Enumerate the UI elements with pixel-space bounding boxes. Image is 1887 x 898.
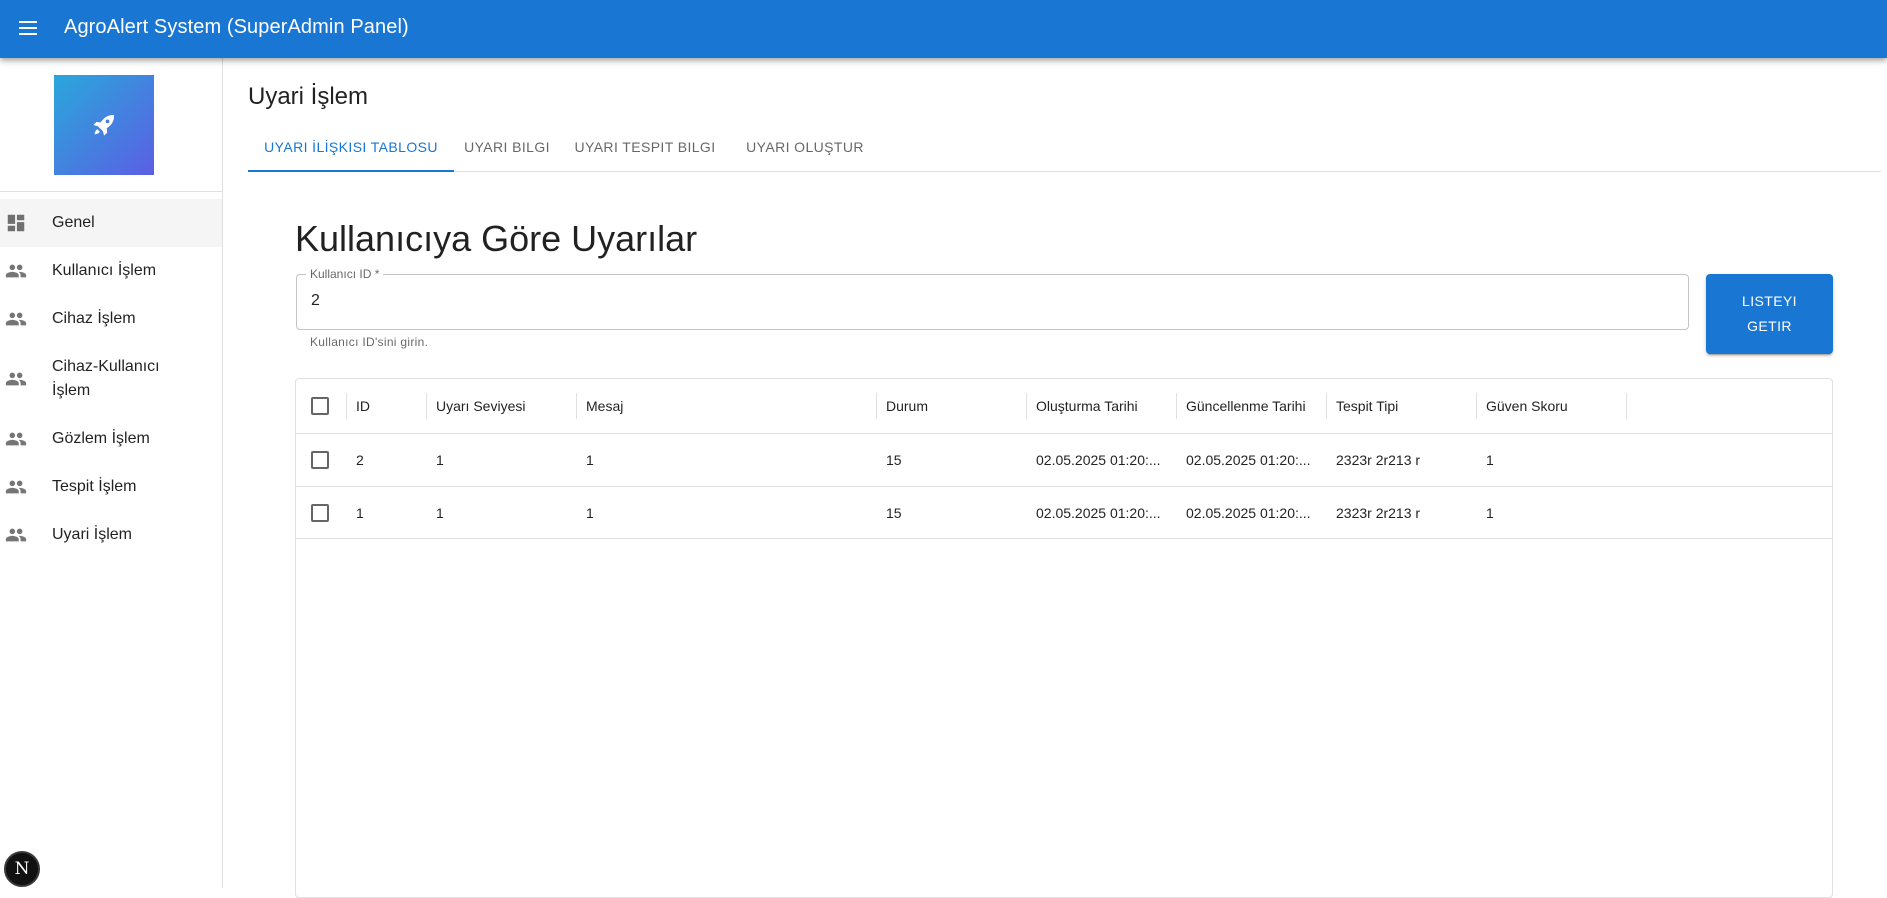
row-checkbox[interactable] (311, 451, 329, 469)
sidebar-item-label: Cihaz-Kullanıcı İşlem (52, 358, 160, 399)
table-row[interactable]: 2 1 1 15 02.05.2025 01:20:... 02.05.2025… (296, 434, 1832, 487)
cell-guven-skoru: 1 (1486, 452, 1494, 468)
cell-id: 1 (356, 504, 364, 521)
cell-olusturma-tarihi: 02.05.2025 01:20:... (1036, 452, 1161, 468)
sidebar-item-cihaz-kullanici-islem[interactable]: Cihaz-Kullanıcı İşlem (0, 343, 222, 415)
column-header-mesaj[interactable]: Mesaj (576, 379, 876, 433)
people-icon (5, 372, 27, 386)
header-checkbox-cell (296, 379, 346, 433)
sidebar-divider (0, 191, 222, 192)
column-separator[interactable] (1626, 393, 1627, 419)
cell-id: 2 (356, 452, 364, 468)
table-row[interactable]: 1 1 1 15 02.05.2025 01:20:... 02.05.2025… (296, 487, 1832, 539)
sidebar-item-label: Kullanıcı İşlem (52, 262, 157, 279)
sidebar: Genel Kullanıcı İşlem Cihaz İşlem Cihaz-… (0, 58, 223, 888)
column-header-id[interactable]: ID (346, 379, 426, 433)
alerts-table: ID Uyarı Seviyesi Mesaj Durum Oluşturma … (295, 378, 1833, 898)
app-title: AgroAlert System (SuperAdmin Panel) (64, 16, 409, 38)
menu-icon[interactable] (16, 17, 40, 41)
tab-uyari-bilgi[interactable]: UYARI BILGI (454, 123, 560, 171)
tab-label: UYARI İLİŞKISI TABLOSU (264, 139, 438, 155)
cell-uyari-seviyesi: 1 (436, 504, 444, 521)
column-header-uyari-seviyesi[interactable]: Uyarı Seviyesi (426, 379, 576, 433)
tab-indicator (248, 170, 454, 172)
select-all-checkbox[interactable] (311, 397, 329, 415)
app-bar: AgroAlert System (SuperAdmin Panel) (0, 0, 1887, 58)
cell-tespit-tipi: 2323r 2r213 r (1336, 452, 1421, 468)
fetch-list-button[interactable]: LISTEYI GETIR (1706, 274, 1833, 354)
tab-uyari-tespit-bilgi[interactable]: UYARI TESPIT BILGI (560, 123, 730, 171)
sidebar-item-label: Cihaz İşlem (52, 310, 136, 327)
sidebar-item-tespit-islem[interactable]: Tespit İşlem (0, 463, 222, 511)
sidebar-item-label: Tespit İşlem (52, 478, 137, 495)
row-checkbox[interactable] (311, 503, 329, 522)
tab-label: UYARI BILGI (464, 139, 550, 155)
people-icon (5, 264, 27, 278)
user-id-input[interactable]: 2 (311, 292, 320, 310)
sidebar-item-kullanici-islem[interactable]: Kullanıcı İşlem (0, 247, 222, 295)
sidebar-item-cihaz-islem[interactable]: Cihaz İşlem (0, 295, 222, 343)
cell-mesaj: 1 (586, 504, 594, 521)
column-header-olusturma-tarihi[interactable]: Oluşturma Tarihi (1026, 379, 1176, 433)
app-logo (54, 75, 154, 175)
people-icon (5, 312, 27, 326)
people-icon (5, 480, 27, 494)
column-header-tespit-tipi[interactable]: Tespit Tipi (1326, 379, 1476, 433)
cell-guven-skoru: 1 (1486, 504, 1494, 521)
section-title: Kullanıcıya Göre Uyarılar (295, 218, 698, 259)
sidebar-item-uyari-islem[interactable]: Uyari İşlem (0, 511, 222, 559)
dashboard-icon (7, 214, 25, 232)
table-header: ID Uyarı Seviyesi Mesaj Durum Oluşturma … (296, 379, 1832, 434)
main-content: Uyari İşlem UYARI İLİŞKISI TABLOSU UYARI… (223, 58, 1887, 898)
tab-uyari-olustur[interactable]: UYARI OLUŞTUR (730, 123, 880, 171)
user-id-helper-text: Kullanıcı ID'sini girin. (310, 335, 429, 349)
cell-durum: 15 (886, 504, 902, 521)
tab-uyari-iliskisi-tablosu[interactable]: UYARI İLİŞKISI TABLOSU (248, 123, 454, 172)
sidebar-item-genel[interactable]: Genel (0, 199, 222, 247)
sidebar-item-label: Genel (52, 214, 95, 231)
cell-mesaj: 1 (586, 452, 594, 468)
tabs: UYARI İLİŞKISI TABLOSU UYARI BILGI UYARI… (248, 123, 1881, 172)
user-id-field[interactable]: Kullanıcı ID * 2 (296, 267, 1689, 330)
user-id-label: Kullanıcı ID * (306, 267, 384, 281)
cell-guncellenme-tarihi: 02.05.2025 01:20:... (1186, 452, 1311, 468)
row-checkbox-cell (296, 487, 346, 538)
cell-tespit-tipi: 2323r 2r213 r (1336, 504, 1421, 521)
people-icon (5, 432, 27, 446)
row-checkbox-cell (296, 434, 346, 486)
page-title: Uyari İşlem (248, 83, 369, 110)
sidebar-item-label: Uyari İşlem (52, 526, 133, 543)
sidebar-nav: Genel Kullanıcı İşlem Cihaz İşlem Cihaz-… (0, 199, 222, 559)
cell-durum: 15 (886, 452, 902, 468)
tab-label: UYARI TESPIT BILGI (574, 139, 716, 155)
cell-olusturma-tarihi: 02.05.2025 01:20:... (1036, 504, 1161, 521)
sidebar-item-label: Gözlem İşlem (52, 430, 150, 447)
fetch-list-button-label: LISTEYI GETIR (1742, 293, 1797, 334)
people-icon (5, 528, 27, 542)
tab-label: UYARI OLUŞTUR (746, 139, 864, 155)
cell-uyari-seviyesi: 1 (436, 452, 444, 468)
cell-guncellenme-tarihi: 02.05.2025 01:20:... (1186, 504, 1311, 521)
nextjs-badge[interactable]: N (4, 851, 40, 887)
column-header-guncellenme-tarihi[interactable]: Güncellenme Tarihi (1176, 379, 1326, 433)
column-header-guven-skoru[interactable]: Güven Skoru (1476, 379, 1626, 433)
sidebar-item-gozlem-islem[interactable]: Gözlem İşlem (0, 415, 222, 463)
column-header-durum[interactable]: Durum (876, 379, 1026, 433)
rocket-icon (93, 115, 115, 136)
